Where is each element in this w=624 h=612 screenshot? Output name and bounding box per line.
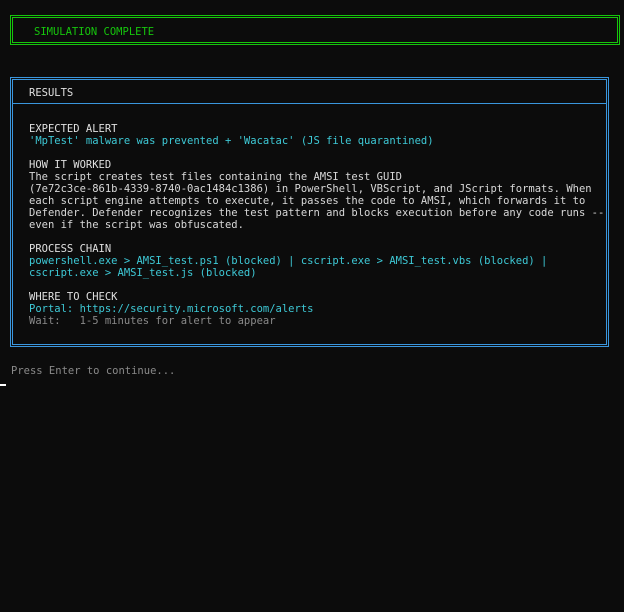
results-panel: RESULTS EXPECTED ALERT 'MpTest' malware … bbox=[10, 77, 609, 347]
process-chain-section: PROCESS CHAIN powershell.exe > AMSI_test… bbox=[29, 243, 594, 279]
continue-prompt: Press Enter to continue... bbox=[11, 365, 176, 377]
where-to-check-section: WHERE TO CHECK Portal: https://security.… bbox=[29, 291, 594, 327]
how-it-worked-section: HOW IT WORKED The script creates test fi… bbox=[29, 159, 605, 231]
terminal-cursor[interactable] bbox=[0, 384, 6, 386]
portal-link: Portal: https://security.microsoft.com/a… bbox=[29, 303, 314, 315]
results-panel-header: RESULTS bbox=[13, 80, 606, 104]
results-title: RESULTS bbox=[29, 87, 74, 99]
expected-alert-title: EXPECTED ALERT bbox=[29, 123, 118, 135]
process-chain-title: PROCESS CHAIN bbox=[29, 243, 112, 255]
how-it-worked-line: even if the script was obfuscated. bbox=[29, 219, 244, 231]
results-body: EXPECTED ALERT 'MpTest' malware was prev… bbox=[29, 123, 605, 339]
process-chain-line: cscript.exe > AMSI_test.js (blocked) bbox=[29, 267, 257, 279]
how-it-worked-title: HOW IT WORKED bbox=[29, 159, 112, 171]
process-chain-line: powershell.exe > AMSI_test.ps1 (blocked)… bbox=[29, 255, 548, 267]
wait-text: Wait: 1-5 minutes for alert to appear bbox=[29, 315, 276, 327]
banner-text: SIMULATION COMPLETE bbox=[34, 26, 155, 38]
how-it-worked-line: Defender. Defender recognizes the test p… bbox=[29, 207, 605, 219]
how-it-worked-line: The script creates test files containing… bbox=[29, 171, 402, 183]
expected-alert-text: 'MpTest' malware was prevented + 'Wacata… bbox=[29, 135, 434, 147]
simulation-complete-banner: SIMULATION COMPLETE bbox=[10, 15, 620, 45]
expected-alert-section: EXPECTED ALERT 'MpTest' malware was prev… bbox=[29, 123, 594, 147]
how-it-worked-line: (7e72c3ce-861b-4339-8740-0ac1484c1386) i… bbox=[29, 183, 592, 195]
how-it-worked-line: each script engine attempts to execute, … bbox=[29, 195, 586, 207]
where-to-check-title: WHERE TO CHECK bbox=[29, 291, 118, 303]
